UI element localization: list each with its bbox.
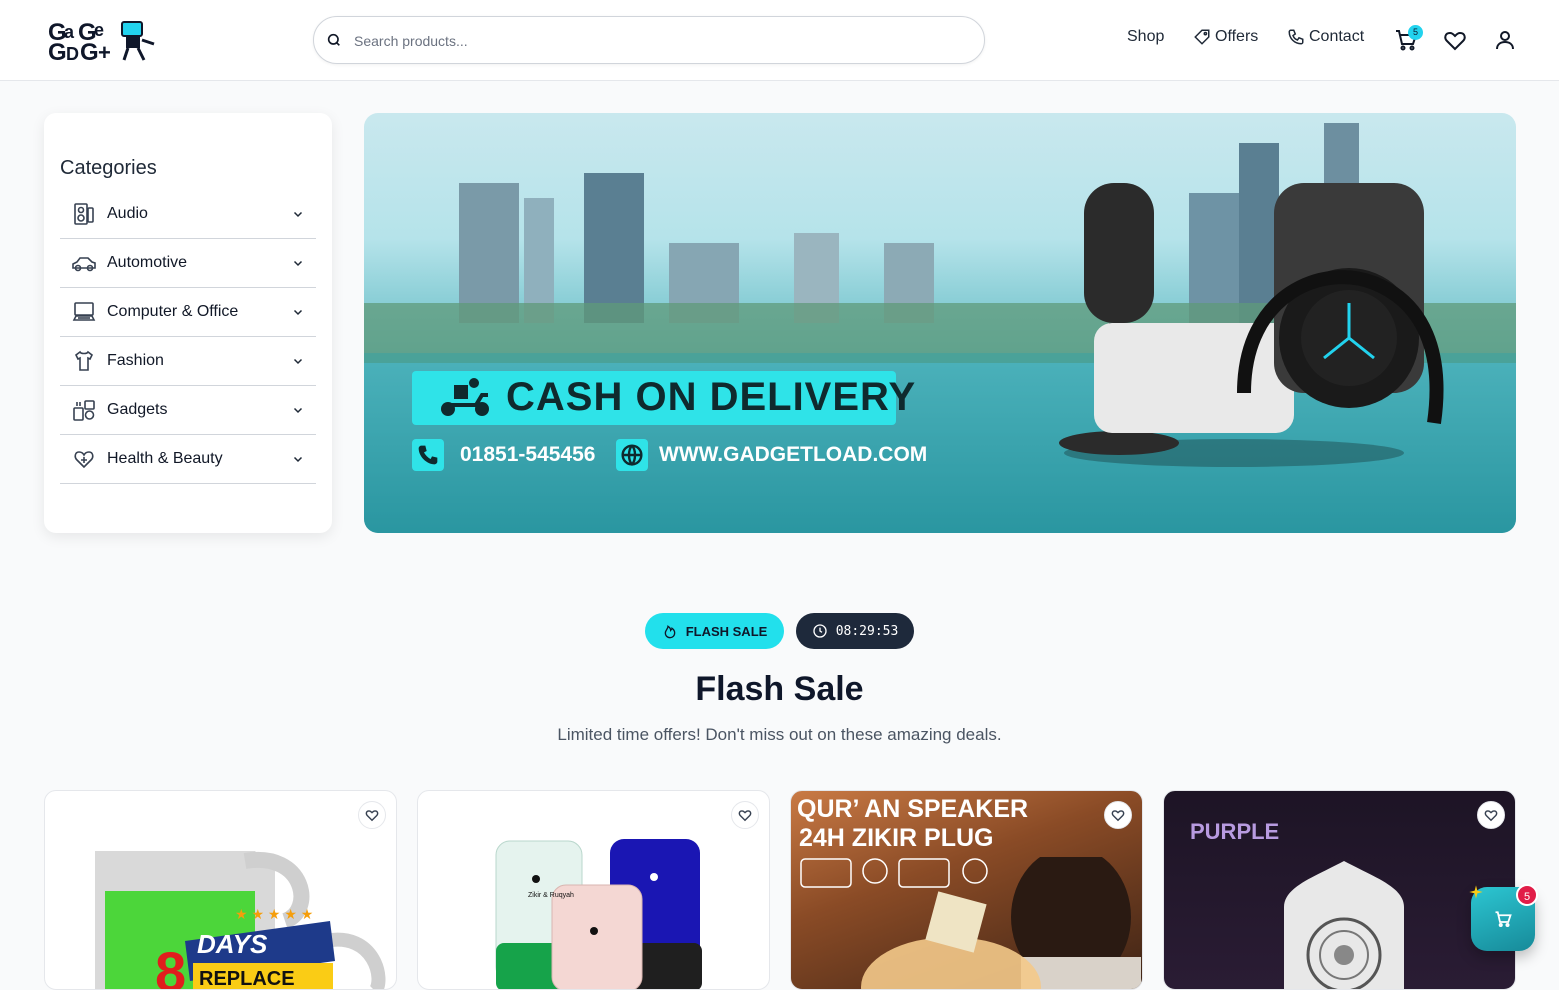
chevron-down-icon[interactable] <box>292 404 304 416</box>
clock-icon <box>813 624 827 638</box>
sidebar-item-label: Automotive <box>107 254 188 271</box>
product-overlay-text: QUR’ AN SPEAKER <box>797 795 1029 823</box>
countdown-value: 08:29:53 <box>835 623 899 639</box>
nav-offers[interactable]: Offers <box>1193 28 1258 46</box>
product-overlay-text: DAYS <box>197 929 268 959</box>
chevron-down-icon[interactable] <box>292 355 304 367</box>
sidebar-item-gadgets[interactable]: Gadgets <box>60 386 316 435</box>
sidebar-item-label: Health & Beauty <box>107 450 223 467</box>
search-icon <box>327 33 340 46</box>
section-title: Flash Sale <box>695 670 864 708</box>
sidebar-item-computer-office[interactable]: Computer & Office <box>60 288 316 337</box>
product-card[interactable]: 8 DAYS REPLACE ★ ★ ★ ★ ★ <box>44 790 397 990</box>
phone-icon <box>1288 29 1304 45</box>
globe-icon <box>621 444 643 467</box>
site-logo[interactable]: G a G e G D G + <box>48 16 168 64</box>
delivery-scooter-icon <box>441 378 489 416</box>
wishlist-button[interactable] <box>358 801 386 829</box>
wishlist-button[interactable] <box>1104 801 1132 829</box>
svg-text:★ ★ ★ ★ ★: ★ ★ ★ ★ ★ <box>235 906 313 922</box>
product-image: 8 DAYS REPLACE ★ ★ ★ ★ ★ <box>95 851 386 990</box>
sidebar-item-label: Gadgets <box>107 401 168 418</box>
heart-icon <box>738 810 752 822</box>
banner-headline: CASH ON DELIVERY <box>506 375 917 419</box>
nav-shop-label: Shop <box>1127 28 1165 45</box>
svg-text:+: + <box>98 40 111 64</box>
cart-icon <box>1495 911 1512 928</box>
svg-text:G: G <box>48 39 67 64</box>
banner-website: WWW.GADGETLOAD.COM <box>659 443 928 466</box>
wishlist-button[interactable] <box>731 801 759 829</box>
sidebar-item-fashion[interactable]: Fashion <box>60 337 316 386</box>
chevron-down-icon[interactable] <box>292 208 304 220</box>
categories-sidebar: Categories Audio Automotive Computer & O… <box>44 113 332 533</box>
heart-icon[interactable] <box>1443 28 1467 52</box>
svg-text:D: D <box>66 44 79 64</box>
banner-phone-icon-box <box>412 439 444 471</box>
flash-sale-pill: FLASH SALE <box>645 613 784 649</box>
computer-icon <box>71 299 97 325</box>
nav-contact[interactable]: Contact <box>1287 28 1364 46</box>
floating-cart-count-badge: 5 <box>1516 884 1538 906</box>
product-card[interactable]: QUR’ AN SPEAKER 24H ZIKIR PLUG <box>790 790 1143 990</box>
product-overlay-text: PURPLE <box>1190 819 1280 844</box>
search-bar[interactable] <box>313 16 985 64</box>
nav-offers-label: Offers <box>1215 28 1259 45</box>
sidebar-item-label: Fashion <box>107 352 164 369</box>
fashion-icon <box>71 348 97 374</box>
flash-sale-label: FLASH SALE <box>685 623 768 639</box>
gadgets-product-image <box>1059 183 1444 467</box>
site-header: G a G e G D G + Shop Offers Contact 5 <box>0 0 1559 81</box>
product-image <box>800 857 1141 989</box>
product-overlay-text: Zikir & Ruqyah <box>528 892 574 899</box>
sparkle-icon <box>1469 885 1483 899</box>
category-list: Audio Automotive Computer & Office Fashi… <box>60 190 316 484</box>
svg-text:G: G <box>80 39 99 64</box>
product-image: Zikir & Ruqyah <box>495 839 702 989</box>
section-subtitle: Limited time offers! Don't miss out on t… <box>557 725 1002 744</box>
countdown-timer: 08:29:53 <box>796 613 914 649</box>
hero-banner[interactable]: CASH ON DELIVERY 01851-545456 WWW.GADGET… <box>364 113 1516 533</box>
product-overlay-text: REPLACE <box>199 968 295 990</box>
wishlist-button[interactable] <box>1477 801 1505 829</box>
chevron-down-icon[interactable] <box>292 257 304 269</box>
product-card[interactable]: PURPLE <box>1163 790 1516 990</box>
user-icon[interactable] <box>1493 28 1517 52</box>
product-image <box>1284 861 1404 989</box>
heart-icon <box>1484 810 1498 822</box>
nav-contact-label: Contact <box>1309 28 1365 45</box>
heart-icon <box>1111 810 1125 822</box>
speaker-icon <box>71 201 97 227</box>
car-icon <box>71 250 97 276</box>
sidebar-item-audio[interactable]: Audio <box>60 190 316 239</box>
cart-count-badge: 5 <box>1408 25 1423 40</box>
tag-icon <box>1194 29 1210 45</box>
sidebar-item-automotive[interactable]: Automotive <box>60 239 316 288</box>
sidebar-item-label: Audio <box>107 205 148 222</box>
sidebar-item-health-beauty[interactable]: Health & Beauty <box>60 435 316 484</box>
chevron-down-icon[interactable] <box>292 453 304 465</box>
health-icon <box>71 446 97 472</box>
product-overlay-text: 24H ZIKIR PLUG <box>799 824 994 852</box>
gadgets-icon <box>71 397 97 423</box>
heart-icon <box>365 810 379 822</box>
sidebar-title: Categories <box>60 157 157 179</box>
chevron-down-icon[interactable] <box>292 306 304 318</box>
phone-icon <box>418 445 438 465</box>
nav-shop[interactable]: Shop <box>1127 28 1164 46</box>
svg-text:e: e <box>94 20 104 40</box>
search-input[interactable] <box>354 27 954 55</box>
product-overlay-text: 8 <box>155 940 186 990</box>
sidebar-item-label: Computer & Office <box>107 303 239 320</box>
banner-phone: 01851-545456 <box>460 443 596 466</box>
product-card[interactable]: Zikir & Ruqyah <box>417 790 770 990</box>
banner-web-icon-box <box>616 439 648 471</box>
flame-icon <box>664 625 676 639</box>
